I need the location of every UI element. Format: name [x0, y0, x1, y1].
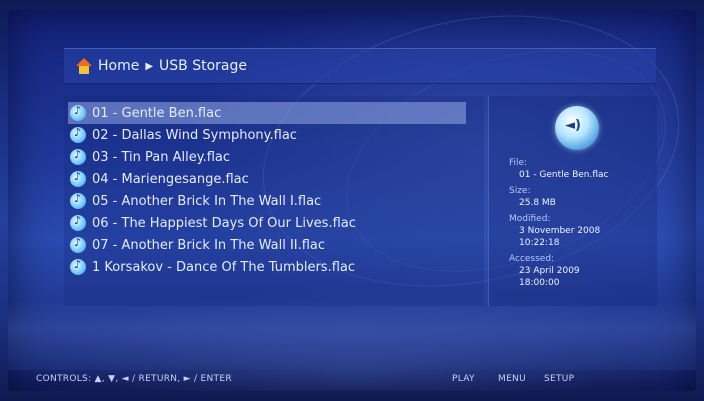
menu-button[interactable]: MENU	[498, 374, 526, 384]
file-info-panel: File: 01 - Gentle Ben.flac Size: 25.8 MB…	[488, 96, 657, 306]
breadcrumb: Home ▶ USB Storage	[64, 48, 656, 84]
file-name: 02 - Dallas Wind Symphony.flac	[92, 127, 297, 143]
file-name: 06 - The Happiest Days Of Our Lives.flac	[92, 215, 356, 231]
footer-controls: CONTROLS: ▲, ▼, ◄ / RETURN, ► / ENTER PL…	[0, 370, 704, 390]
modified-label: Modified:	[509, 214, 551, 224]
list-item[interactable]: 01 - Gentle Ben.flac	[68, 102, 466, 124]
accessed-date: 23 April 2009	[519, 266, 580, 276]
size-label: Size:	[509, 186, 531, 196]
music-file-icon	[70, 104, 86, 121]
accessed-label: Accessed:	[509, 254, 555, 264]
list-item[interactable]: 04 - Mariengesange.flac	[70, 168, 249, 190]
list-item[interactable]: 06 - The Happiest Days Of Our Lives.flac	[70, 212, 356, 234]
file-name: 07 - Another Brick In The Wall II.flac	[92, 237, 326, 253]
music-file-icon	[70, 258, 86, 275]
music-file-icon	[70, 126, 86, 143]
file-value: 01 - Gentle Ben.flac	[519, 170, 609, 180]
list-item[interactable]: 03 - Tin Pan Alley.flac	[70, 146, 230, 168]
file-name: 05 - Another Brick In The Wall I.flac	[92, 193, 322, 209]
file-name: 03 - Tin Pan Alley.flac	[92, 149, 231, 165]
file-name: 04 - Mariengesange.flac	[92, 171, 249, 187]
home-icon[interactable]	[76, 58, 92, 74]
modified-date: 3 November 2008	[519, 226, 601, 236]
speaker-icon	[555, 106, 599, 150]
music-file-icon	[70, 214, 86, 231]
music-file-icon	[70, 148, 86, 165]
file-name: 01 - Gentle Ben.flac	[92, 105, 222, 121]
list-item[interactable]: 05 - Another Brick In The Wall I.flac	[70, 190, 321, 212]
modified-time: 10:22:18	[519, 238, 560, 248]
music-file-icon	[70, 236, 86, 253]
music-file-icon	[70, 192, 86, 209]
play-button[interactable]: PLAY	[452, 374, 475, 384]
setup-button[interactable]: SETUP	[544, 374, 574, 384]
file-list: 01 - Gentle Ben.flac 02 - Dallas Wind Sy…	[64, 96, 484, 306]
background-dunes	[8, 300, 696, 370]
controls-hint: CONTROLS: ▲, ▼, ◄ / RETURN, ► / ENTER	[36, 374, 232, 384]
file-label: File:	[509, 158, 528, 168]
list-item[interactable]: 1 Korsakov - Dance Of The Tumblers.flac	[70, 256, 355, 278]
list-item[interactable]: 02 - Dallas Wind Symphony.flac	[70, 124, 297, 146]
breadcrumb-home[interactable]: Home	[98, 58, 139, 74]
size-value: 25.8 MB	[519, 198, 556, 208]
file-name: 1 Korsakov - Dance Of The Tumblers.flac	[92, 259, 356, 275]
breadcrumb-current: USB Storage	[159, 58, 248, 74]
accessed-time: 18:00:00	[519, 278, 560, 288]
music-file-icon	[70, 170, 86, 187]
chevron-right-icon: ▶	[145, 60, 154, 72]
list-item[interactable]: 07 - Another Brick In The Wall II.flac	[70, 234, 325, 256]
